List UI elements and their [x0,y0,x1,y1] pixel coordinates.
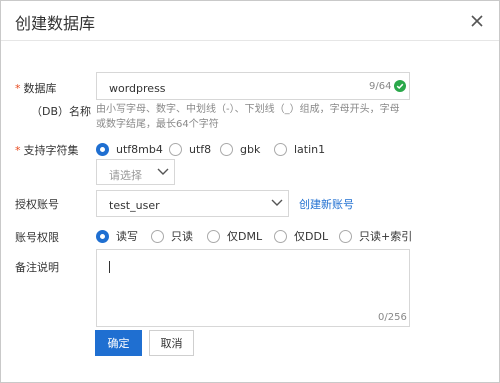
remark-counter: 0/256 [378,312,407,323]
permission-radio-readonly-index[interactable]: 只读+索引 [339,228,412,244]
account-value: test_user [109,199,160,212]
permission-option-label: 仅DML [227,230,263,243]
account-select[interactable]: test_user [96,190,289,217]
cancel-button[interactable]: 取消 [149,330,194,356]
permission-radio-ddl[interactable]: 仅DDL [274,228,328,244]
db-name-sublabel: （DB）名称 [31,105,92,118]
radio-selected-icon [96,229,109,243]
charset-option-label: gbk [240,142,261,156]
remark-label: 备注说明 [15,261,59,274]
charset-radio-utf8mb4[interactable]: utf8mb4 [96,141,163,157]
permission-option-label: 读写 [116,230,138,243]
radio-icon [339,229,352,243]
db-name-label: * 数据库 [15,80,57,96]
charset-option-label: utf8mb4 [116,142,163,156]
permission-radio-dml[interactable]: 仅DML [207,228,262,244]
close-icon[interactable] [467,11,487,31]
charset-select-placeholder: 请选择 [109,169,142,182]
remark-textarea[interactable] [96,249,410,327]
dialog-title: 创建数据库 [15,14,96,33]
account-label: 授权账号 [15,198,59,211]
permission-label: 账号权限 [15,231,59,244]
permission-option-label: 仅DDL [294,230,329,243]
radio-icon [274,142,287,156]
text-caret [109,261,110,273]
create-database-dialog: 创建数据库 * 数据库 （DB）名称 wordpress 9/64 由小写字母、数… [0,0,500,383]
radio-icon [220,142,233,156]
db-name-hint: 由小写字母、数字、中划线（-）、下划线（_）组成，字母开头，字母或数字结尾，最长… [96,104,400,130]
charset-radio-utf8[interactable]: utf8 [169,141,211,157]
db-name-input[interactable]: wordpress [96,72,410,100]
charset-label: * 支持字符集 [15,142,79,158]
charset-radio-latin1[interactable]: latin1 [274,141,325,157]
create-account-link[interactable]: 创建新账号 [299,196,354,212]
charset-label-text: 支持字符集 [23,144,79,157]
permission-option-label: 只读+索引 [359,230,413,243]
db-name-label-text: 数据库 [23,82,57,95]
radio-icon [274,229,287,243]
db-name-value: wordpress [109,82,166,95]
radio-icon [151,229,164,243]
confirm-button[interactable]: 确定 [95,330,142,356]
radio-icon [207,229,220,243]
dialog-header: 创建数据库 [1,1,499,41]
db-name-counter: 9/64 [369,81,392,92]
charset-option-label: latin1 [294,142,326,156]
radio-selected-icon [96,142,109,156]
chevron-down-icon [157,168,169,175]
permission-option-label: 只读 [171,230,193,243]
permission-radio-readwrite[interactable]: 读写 [96,228,138,244]
check-circle-icon [394,80,406,92]
permission-radio-readonly[interactable]: 只读 [151,228,193,244]
radio-icon [169,142,182,156]
charset-radio-gbk[interactable]: gbk [220,141,260,157]
required-mark: * [15,144,21,157]
chevron-down-icon [271,199,283,206]
charset-option-label: utf8 [189,142,212,156]
required-mark: * [15,82,21,95]
